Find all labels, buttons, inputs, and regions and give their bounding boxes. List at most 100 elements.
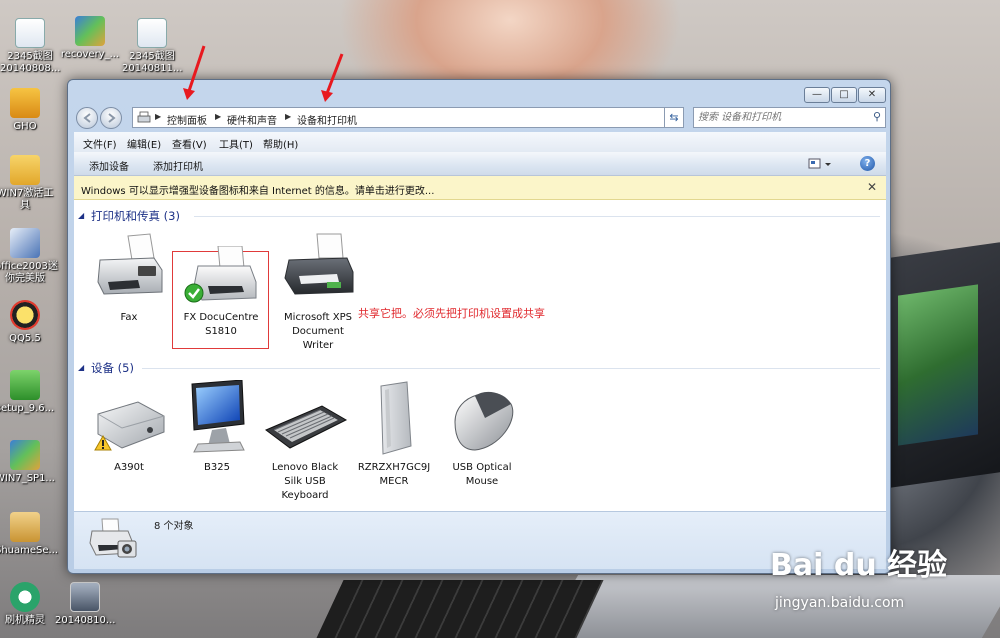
breadcrumb-hardware-sound[interactable]: 硬件和声音 [227, 112, 277, 127]
maximize-button[interactable]: □ [831, 87, 857, 103]
add-device-button[interactable]: 添加设备 [89, 158, 129, 173]
device-label: B325 [204, 462, 230, 473]
qq-penguin-icon [10, 300, 40, 330]
image-file-icon [15, 18, 45, 48]
desktop-icon-label: setup_9.6... [0, 403, 55, 414]
archive-icon [75, 16, 105, 46]
collapse-group-icon[interactable]: ◢ [78, 363, 84, 372]
minimize-button[interactable]: — [804, 87, 830, 103]
device-a390t[interactable]: A390t [82, 380, 176, 500]
close-info-bar-icon[interactable]: ✕ [867, 180, 877, 194]
devices-printers-icon [89, 518, 137, 558]
desktop-icon-screenshot-0808[interactable]: 2345截图 20140808... [0, 18, 60, 75]
refresh-button[interactable]: ⇆ [664, 107, 684, 128]
device-label: Microsoft XPS Document Writer [284, 312, 352, 351]
device-keyboard[interactable]: Lenovo Black Silk USB Keyboard [258, 380, 352, 510]
device-usb-mouse[interactable]: USB Optical Mouse [435, 380, 529, 500]
desktop-icon-win7-sp1[interactable]: WIN7_SP1... [0, 440, 55, 485]
search-box[interactable]: ⚲ [693, 107, 886, 128]
change-view-button[interactable] [808, 157, 834, 171]
installer-icon [10, 228, 40, 258]
desktop-icon-label: QQ5.5 [9, 333, 41, 344]
device-rzrzxh7gc9jmecr[interactable]: RZRZXH7GC9J MECR [347, 380, 441, 500]
breadcrumb-arrow-icon[interactable]: ▶ [285, 112, 291, 121]
address-row: ▶ 控制面板 ▶ 硬件和声音 ▶ 设备和打印机 ▼ ⇆ ⚲ [76, 106, 886, 130]
details-pane: 8 个对象 [74, 511, 886, 569]
keyboard-icon [265, 405, 348, 449]
xps-printer-icon [284, 233, 354, 295]
menu-tools[interactable]: 工具(T) [219, 136, 253, 151]
annotation-note: 共享它把。必须先把打印机设置成共享 [358, 307, 545, 320]
watermark-brand: Bai du 经验 [770, 548, 948, 583]
menu-file[interactable]: 文件(F) [83, 136, 117, 151]
search-input[interactable] [698, 110, 858, 125]
flash-genie-icon [10, 582, 40, 612]
device-label: FX DocuCentre S1810 [183, 312, 259, 337]
menu-view[interactable]: 查看(V) [172, 136, 207, 151]
address-bar[interactable]: ▶ 控制面板 ▶ 硬件和声音 ▶ 设备和打印机 ▼ [132, 107, 710, 128]
setup-icon [10, 370, 40, 400]
collapse-group-icon[interactable]: ◢ [78, 211, 84, 220]
group-header-printers[interactable]: 打印机和传真 (3) [91, 208, 180, 224]
box-icon [10, 512, 40, 542]
photo-icon [70, 582, 100, 612]
menu-bar: 文件(F) 编辑(E) 查看(V) 工具(T) 帮助(H) [74, 132, 886, 152]
warning-icon [94, 435, 112, 451]
desktop-icon-flash-genie[interactable]: 刷机精灵 [0, 582, 55, 627]
desktop-icon-setup[interactable]: setup_9.6... [0, 370, 55, 415]
desktop-icon-office2003[interactable]: office2003迷 你完美版 [0, 228, 58, 285]
desktop-icon-photo-0810[interactable]: 20140810... [55, 582, 115, 627]
forward-button[interactable] [100, 107, 122, 129]
breadcrumb-control-panel[interactable]: 控制面板 [167, 112, 207, 127]
annotation-arrow-icon [183, 45, 206, 100]
menu-help[interactable]: 帮助(H) [263, 136, 298, 151]
object-count: 8 个对象 [154, 521, 194, 532]
breadcrumb-arrow-icon[interactable]: ▶ [215, 112, 221, 121]
archive-icon [10, 440, 40, 470]
wallpaper-laptop-screen [898, 284, 978, 446]
annotation-arrow-icon [321, 53, 344, 102]
wallpaper-laptop-base [541, 575, 1000, 638]
devices-and-printers-window: — □ ✕ ▶ 控制面板 ▶ 硬件和声音 ▶ 设备和打印机 ▼ ⇆ ⚲ [67, 79, 891, 574]
back-arrow-icon [83, 113, 91, 123]
close-window-button[interactable]: ✕ [858, 87, 886, 103]
breadcrumb-arrow-icon[interactable]: ▶ [155, 112, 161, 121]
command-bar: 添加设备 添加打印机 ? [74, 152, 886, 176]
device-b325[interactable]: B325 [170, 380, 264, 500]
devices-content-pane: ◢ 打印机和传真 (3) Fax FX DocuCentre S1810 Mic… [74, 200, 886, 511]
info-bar-message[interactable]: Windows 可以显示增强型设备图标和来自 Internet 的信息。请单击进… [81, 182, 434, 197]
desktop-icon-screenshot-0811[interactable]: 2345截图 20140811... [122, 18, 182, 75]
desktop-icon-recovery[interactable]: recovery_... [60, 16, 120, 61]
fax-icon [97, 233, 163, 295]
desktop-icon-label: 2345截图 20140811... [122, 51, 183, 74]
desktop-icon-label: 2345截图 20140808... [0, 51, 61, 74]
add-printer-button[interactable]: 添加打印机 [153, 158, 203, 173]
desktop-icon-qq[interactable]: QQ5.5 [0, 300, 55, 345]
default-printer-check-icon [184, 283, 204, 303]
group-divider [142, 368, 880, 369]
refresh-icon: ⇆ [669, 111, 679, 124]
desktop-icon-win7-activator[interactable]: WIN7激活工 具 [0, 155, 55, 212]
desktop-icon-label: 20140810... [55, 615, 116, 626]
desktop-icon-label: ShuameSe... [0, 545, 59, 556]
desktop-icon-label: recovery_... [60, 49, 120, 60]
device-fx-docucentre[interactable]: FX DocuCentre S1810 [174, 228, 268, 348]
desktop-icon-label: office2003迷 你完美版 [0, 261, 58, 284]
desktop-icon-shuame[interactable]: ShuameSe... [0, 512, 59, 557]
group-header-devices[interactable]: 设备 (5) [91, 360, 134, 376]
monitor-icon [191, 380, 245, 453]
device-fax[interactable]: Fax [82, 228, 176, 348]
menu-edit[interactable]: 编辑(E) [127, 136, 161, 151]
breadcrumb-devices-printers[interactable]: 设备和打印机 [297, 112, 357, 127]
desktop-icon-label: WIN7激活工 具 [0, 188, 54, 211]
device-label: USB Optical Mouse [452, 462, 512, 487]
help-icon[interactable]: ? [860, 156, 875, 171]
desktop-icon-gho[interactable]: GHO [0, 88, 55, 133]
search-icon[interactable]: ⚲ [873, 110, 881, 123]
watermark-url: jingyan.baidu.com [775, 595, 905, 611]
back-button[interactable] [76, 107, 98, 129]
mouse-icon [454, 391, 514, 451]
info-bar[interactable]: Windows 可以显示增强型设备图标和来自 Internet 的信息。请单击进… [74, 176, 886, 200]
desktop-icon-label: GHO [13, 121, 37, 132]
device-microsoft-xps[interactable]: Microsoft XPS Document Writer [271, 228, 365, 358]
